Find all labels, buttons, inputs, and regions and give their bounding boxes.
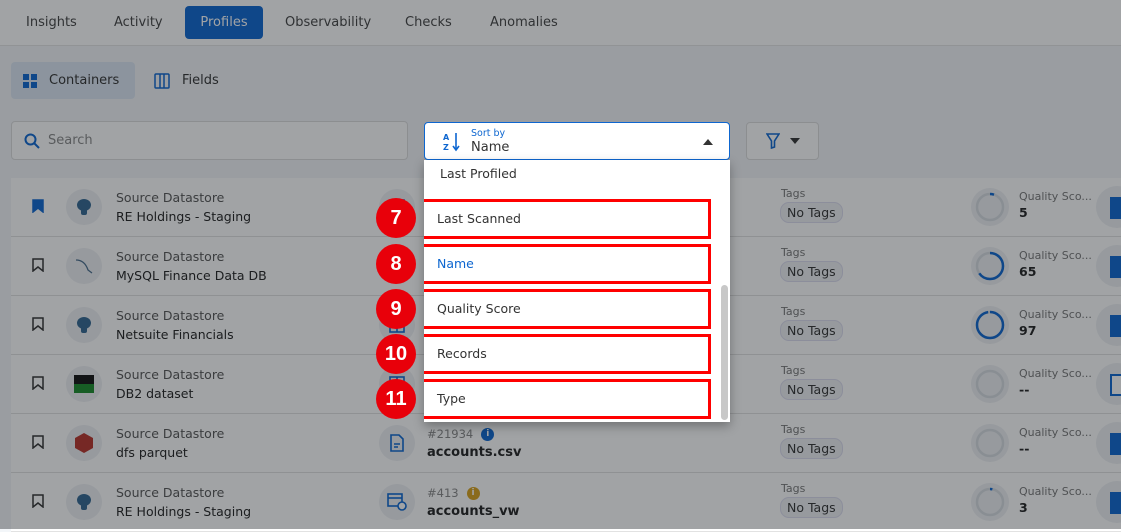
annotation-marker: 11 xyxy=(376,379,416,419)
sort-by-value: Name xyxy=(471,140,510,155)
svg-text:Z: Z xyxy=(443,143,449,152)
annotation-marker: 9 xyxy=(376,289,416,329)
svg-text:A: A xyxy=(443,133,450,142)
sort-option-last-scanned[interactable]: Last Scanned xyxy=(424,199,711,239)
caret-up-icon xyxy=(703,139,713,145)
sort-options-dropdown: Last Profiled Last Scanned Name Quality … xyxy=(424,160,730,422)
sort-option-last-profiled[interactable]: Last Profiled xyxy=(424,160,714,194)
sort-by-label: Sort by xyxy=(471,128,506,139)
annotation-marker: 8 xyxy=(376,244,416,284)
sort-alpha-icon: AZ xyxy=(443,133,460,152)
sort-option-name[interactable]: Name xyxy=(424,244,711,284)
sort-option-records[interactable]: Records xyxy=(424,334,711,374)
annotation-marker: 10 xyxy=(376,334,416,374)
dropdown-scrollbar[interactable] xyxy=(721,285,728,420)
annotation-marker: 7 xyxy=(376,198,416,238)
sort-option-quality-score[interactable]: Quality Score xyxy=(424,289,711,329)
sort-by-select[interactable]: AZ Sort by Name xyxy=(424,122,730,160)
sort-option-type[interactable]: Type xyxy=(424,379,711,419)
